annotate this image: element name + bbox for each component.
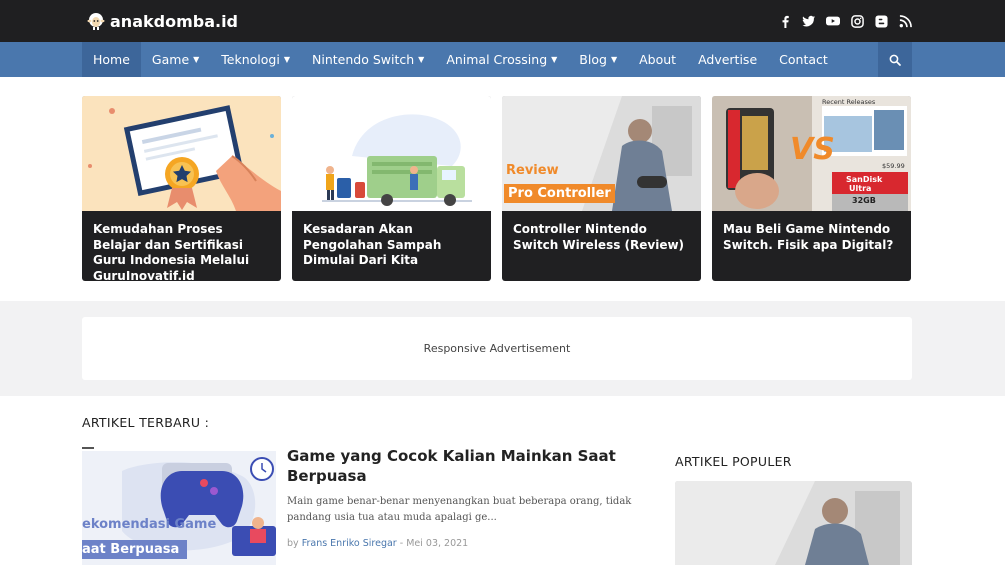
ad-section: Responsive Advertisement <box>0 301 1005 396</box>
post-excerpt: Main game benar-benar menyenangkan buat … <box>287 496 632 523</box>
sd-brand-text: SanDisk <box>846 175 883 184</box>
blogger-icon[interactable] <box>874 14 888 28</box>
post-by-label: by <box>287 538 299 549</box>
garbage-truck-illustration-icon <box>292 96 491 211</box>
featured-card-image: Recent Releases VS $59.99 SanDisk Ultra … <box>712 96 911 211</box>
thumb-overlay-text-1: ekomendasi Game <box>82 517 217 532</box>
post-author[interactable]: Frans Enriko Siregar <box>302 538 397 549</box>
featured-card[interactable]: Kesadaran Akan Pengolahan Sampah Dimulai… <box>292 96 491 281</box>
nav-item-about[interactable]: About <box>628 42 687 77</box>
post-date: Mei 03, 2021 <box>406 538 469 549</box>
recent-releases-text: Recent Releases <box>822 98 876 106</box>
nav-item-game[interactable]: Game ▼ <box>141 42 210 77</box>
nav-item-contact[interactable]: Contact <box>768 42 839 77</box>
featured-card-image <box>82 96 281 211</box>
top-bar: anakdomba.id <box>0 0 1005 42</box>
featured-card-title[interactable]: Kesadaran Akan Pengolahan Sampah Dimulai… <box>292 211 491 269</box>
nav-item-teknologi[interactable]: Teknologi ▼ <box>210 42 301 77</box>
heading-divider <box>82 447 94 449</box>
site-name: anakdomba.id <box>110 11 239 31</box>
vs-text: VS <box>790 132 835 167</box>
post-meta-separator: - <box>399 538 404 549</box>
popular-heading: ARTIKEL POPULER <box>675 454 792 469</box>
featured-card[interactable]: Review Pro Controller Controller Nintend… <box>502 96 701 281</box>
featured-card-title[interactable]: Mau Beli Game Nintendo Switch. Fisik apa… <box>712 211 911 253</box>
sd-ultra-text: Ultra <box>849 184 872 193</box>
chevron-down-icon: ▼ <box>283 55 290 64</box>
nav-item-home[interactable]: Home <box>82 42 141 77</box>
search-button[interactable] <box>878 42 912 77</box>
pro-controller-overlay-text: Pro Controller <box>504 184 615 203</box>
twitter-icon[interactable] <box>802 14 816 28</box>
sheep-logo-icon <box>87 13 105 30</box>
thumb-overlay-text-2: aat Berpuasa <box>82 540 188 559</box>
popular-photo-icon <box>675 481 912 565</box>
rss-icon[interactable] <box>898 14 912 28</box>
featured-card-image: Review Pro Controller <box>502 96 701 211</box>
main-nav: Home Game ▼ Teknologi ▼ Nintendo Switch ▼ A… <box>0 42 1005 77</box>
review-overlay-text: Review <box>506 163 559 178</box>
post-meta: by Frans Enriko Siregar - Mei 03, 2021 <box>287 538 468 549</box>
chevron-down-icon: ▼ <box>610 55 618 64</box>
social-links <box>778 14 912 28</box>
ad-label: Responsive Advertisement <box>423 342 571 355</box>
featured-card[interactable]: Kemudahan Proses Belajar dan Sertifikasi… <box>82 96 281 281</box>
nav-item-animal-crossing[interactable]: Animal Crossing ▼ <box>435 42 568 77</box>
chevron-down-icon: ▼ <box>551 55 558 64</box>
chevron-down-icon: ▼ <box>418 55 425 64</box>
featured-card-title[interactable]: Controller Nintendo Switch Wireless (Rev… <box>502 211 701 253</box>
nav-item-blog[interactable]: Blog ▼ <box>568 42 628 77</box>
nav-item-nintendo-switch[interactable]: Nintendo Switch ▼ <box>301 42 435 77</box>
facebook-icon[interactable] <box>778 14 792 28</box>
latest-heading: ARTIKEL TERBARU : <box>82 415 210 430</box>
featured-card-image <box>292 96 491 211</box>
sd-capacity-text: 32GB <box>852 196 876 205</box>
search-icon <box>889 54 901 66</box>
chevron-down-icon: ▼ <box>193 55 200 64</box>
certificate-illustration-icon <box>82 96 281 211</box>
post-title[interactable]: Game yang Cocok Kalian Mainkan Saat Berp… <box>287 446 617 486</box>
nav-item-advertise[interactable]: Advertise <box>687 42 768 77</box>
price-text: $59.99 <box>882 162 905 170</box>
post-thumbnail[interactable]: ekomendasi Game aat Berpuasa <box>82 451 276 565</box>
nav-menu: Home Game ▼ Teknologi ▼ Nintendo Switch ▼ A… <box>82 42 912 77</box>
popular-post-thumbnail[interactable] <box>675 481 912 565</box>
youtube-icon[interactable] <box>826 14 840 28</box>
ad-placeholder[interactable]: Responsive Advertisement <box>82 317 912 380</box>
featured-posts: Kemudahan Proses Belajar dan Sertifikasi… <box>82 96 911 281</box>
instagram-icon[interactable] <box>850 14 864 28</box>
featured-card[interactable]: Recent Releases VS $59.99 SanDisk Ultra … <box>712 96 911 281</box>
featured-card-title[interactable]: Kemudahan Proses Belajar dan Sertifikasi… <box>82 211 281 281</box>
site-logo[interactable]: anakdomba.id <box>86 11 238 31</box>
